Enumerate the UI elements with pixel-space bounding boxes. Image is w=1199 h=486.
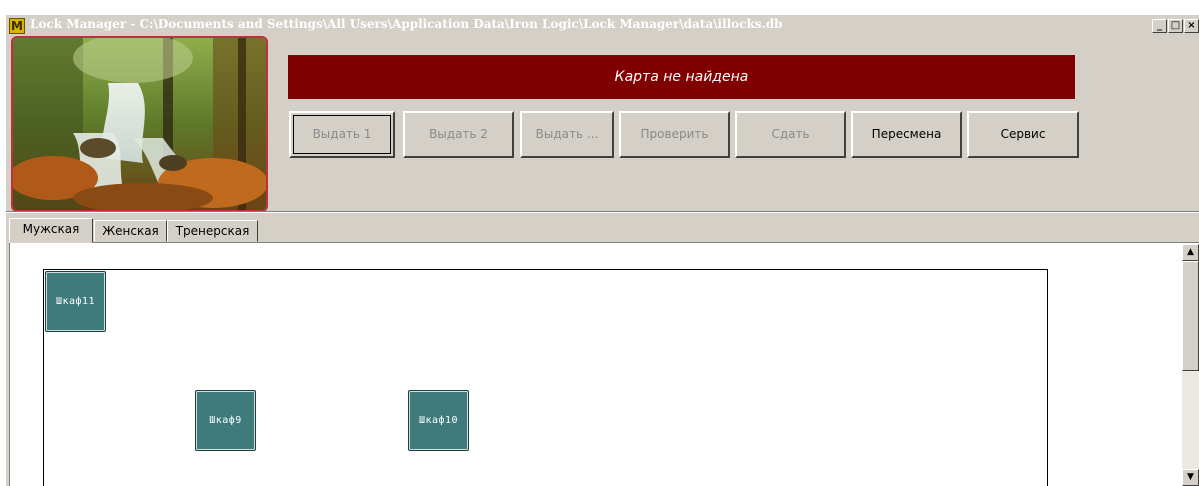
issue-2-button[interactable]: Выдать 2	[403, 111, 514, 158]
tab-trainer[interactable]: Тренерская	[167, 220, 258, 242]
scroll-down-button[interactable]: ▼	[1182, 469, 1199, 486]
title-bar[interactable]: M Lock Manager - C:\Documents and Settin…	[6, 15, 1199, 37]
waterfall-image	[13, 38, 266, 210]
scroll-up-button[interactable]: ▲	[1182, 244, 1199, 261]
locker-room-panel: Шкаф11 Шкаф9 Шкаф10	[9, 242, 1199, 486]
tab-female[interactable]: Женская	[94, 220, 167, 242]
header-divider	[6, 211, 1199, 213]
locker-11[interactable]: Шкаф11	[45, 271, 106, 332]
locker-9[interactable]: Шкаф9	[195, 390, 256, 451]
maximize-button[interactable]: □	[1168, 19, 1183, 33]
app-window: M Lock Manager - C:\Documents and Settin…	[6, 15, 1199, 486]
return-button[interactable]: Сдать	[735, 111, 846, 158]
issue-more-button[interactable]: Выдать ...	[520, 111, 614, 158]
window-title: Lock Manager - C:\Documents and Settings…	[30, 17, 783, 31]
waterfall-photo	[11, 36, 268, 212]
vertical-scrollbar[interactable]: ▲ ▼	[1182, 244, 1199, 486]
issue-1-button[interactable]: Выдать 1	[289, 111, 395, 158]
window-controls: _ □ ×	[1151, 19, 1199, 35]
app-icon[interactable]: M	[9, 18, 25, 34]
service-button[interactable]: Сервис	[967, 111, 1079, 158]
tab-male[interactable]: Мужская	[9, 218, 93, 243]
shift-change-button[interactable]: Пересмена	[851, 111, 962, 158]
locker-map: Шкаф11 Шкаф9 Шкаф10	[43, 269, 1048, 486]
card-status-banner: Карта не найдена	[288, 55, 1075, 99]
minimize-button[interactable]: _	[1152, 19, 1167, 33]
locker-10[interactable]: Шкаф10	[408, 390, 469, 451]
check-button[interactable]: Проверить	[619, 111, 730, 158]
close-button[interactable]: ×	[1184, 19, 1199, 33]
scroll-thumb[interactable]	[1182, 261, 1199, 371]
